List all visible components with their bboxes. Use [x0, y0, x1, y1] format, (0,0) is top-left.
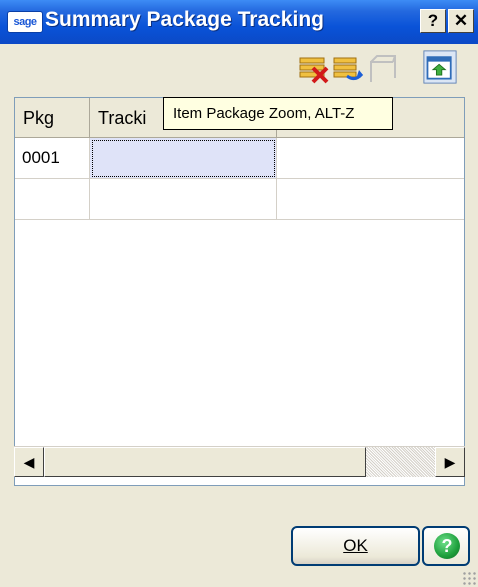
delete-rows-icon[interactable]	[297, 52, 331, 86]
scroll-right-button[interactable]: ▶	[435, 447, 465, 477]
window-title: Summary Package Tracking	[45, 8, 324, 31]
resize-grip[interactable]	[462, 571, 476, 585]
title-bar[interactable]: sage Summary Package Tracking ? ✕	[0, 0, 478, 44]
package-grid[interactable]: Pkg Tracki 0001	[14, 97, 465, 486]
cell-pkg-empty[interactable]	[15, 179, 90, 220]
column-header-pkg[interactable]: Pkg	[15, 98, 90, 138]
summary-package-tracking-window: sage Summary Package Tracking ? ✕ Pkg Tr…	[0, 0, 478, 587]
cell-tracking[interactable]	[90, 138, 277, 179]
tooltip: Item Package Zoom, ALT-Z	[163, 97, 393, 130]
scroll-track[interactable]	[366, 447, 435, 477]
scroll-left-button[interactable]: ◀	[14, 447, 44, 477]
refresh-icon[interactable]	[331, 52, 365, 86]
cell-pkg[interactable]: 0001	[15, 138, 90, 179]
frame-icon[interactable]	[365, 52, 399, 86]
help-button[interactable]: ?	[422, 526, 470, 566]
ok-button[interactable]: OK	[291, 526, 420, 566]
close-button[interactable]: ✕	[448, 9, 474, 33]
context-help-button[interactable]: ?	[420, 9, 446, 33]
ok-label: OK	[343, 536, 368, 555]
help-icon: ?	[434, 533, 460, 559]
item-package-zoom-icon[interactable]	[423, 50, 457, 84]
cell-blank-empty[interactable]	[277, 179, 464, 220]
scroll-thumb[interactable]	[44, 447, 366, 477]
cell-blank[interactable]	[277, 138, 464, 179]
sage-logo: sage	[7, 11, 43, 33]
horizontal-scrollbar[interactable]: ◀ ▶	[14, 446, 465, 477]
cell-tracking-empty[interactable]	[90, 179, 277, 220]
